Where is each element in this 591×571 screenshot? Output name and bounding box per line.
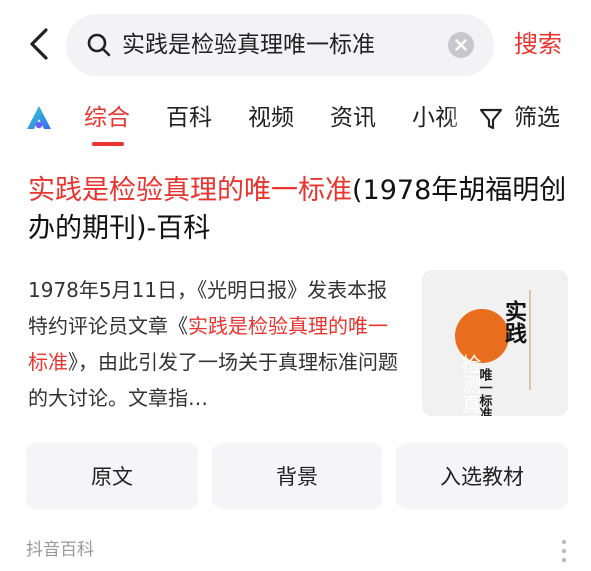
app-logo-icon xyxy=(27,106,51,129)
tab-comprehensive[interactable]: 综合 xyxy=(84,99,130,137)
background-button[interactable]: 背景 xyxy=(212,443,382,509)
result-title-link[interactable]: 实践是检验真理的唯一标准(1978年胡福明创办的期刊)-百科 xyxy=(28,172,568,248)
search-button[interactable]: 搜索 xyxy=(514,24,562,64)
title-highlight: 实践是检验真理的唯一标准 xyxy=(28,175,352,206)
thumb-bottom-text: 唯一标准 xyxy=(477,367,494,416)
textbook-button[interactable]: 入选教材 xyxy=(396,443,568,509)
thumb-main-text: 实践 xyxy=(501,299,527,344)
search-box[interactable]: 实践是检验真理唯一标准 xyxy=(66,14,494,76)
result-description: 1978年5月11日，《光明日报》发表本报特约评论员文章《实践是检验真理的唯一标… xyxy=(28,272,400,416)
clear-icon[interactable] xyxy=(448,32,474,58)
active-tab-indicator xyxy=(92,142,124,146)
search-input[interactable]: 实践是检验真理唯一标准 xyxy=(122,28,375,62)
desc-text-2: 》，由此引发了一场关于真理标准问题的大讨论。文章指… xyxy=(28,350,398,410)
original-text-button[interactable]: 原文 xyxy=(26,443,198,509)
more-options-icon[interactable] xyxy=(560,538,568,564)
tab-encyclopedia[interactable]: 百科 xyxy=(166,99,212,137)
tabs-fade xyxy=(446,96,476,142)
result-thumbnail[interactable]: 检测真理的 实践 唯一标准 xyxy=(422,270,568,416)
back-arrow-icon[interactable] xyxy=(22,26,58,62)
filter-button[interactable]: 筛选 xyxy=(514,99,560,137)
tab-video[interactable]: 视频 xyxy=(248,99,294,137)
tab-news[interactable]: 资讯 xyxy=(330,99,376,137)
book-cover-image: 检测真理的 实践 唯一标准 xyxy=(422,270,568,416)
filter-icon[interactable] xyxy=(478,106,504,132)
source-label: 抖音百科 xyxy=(26,540,94,560)
search-icon xyxy=(87,33,111,57)
